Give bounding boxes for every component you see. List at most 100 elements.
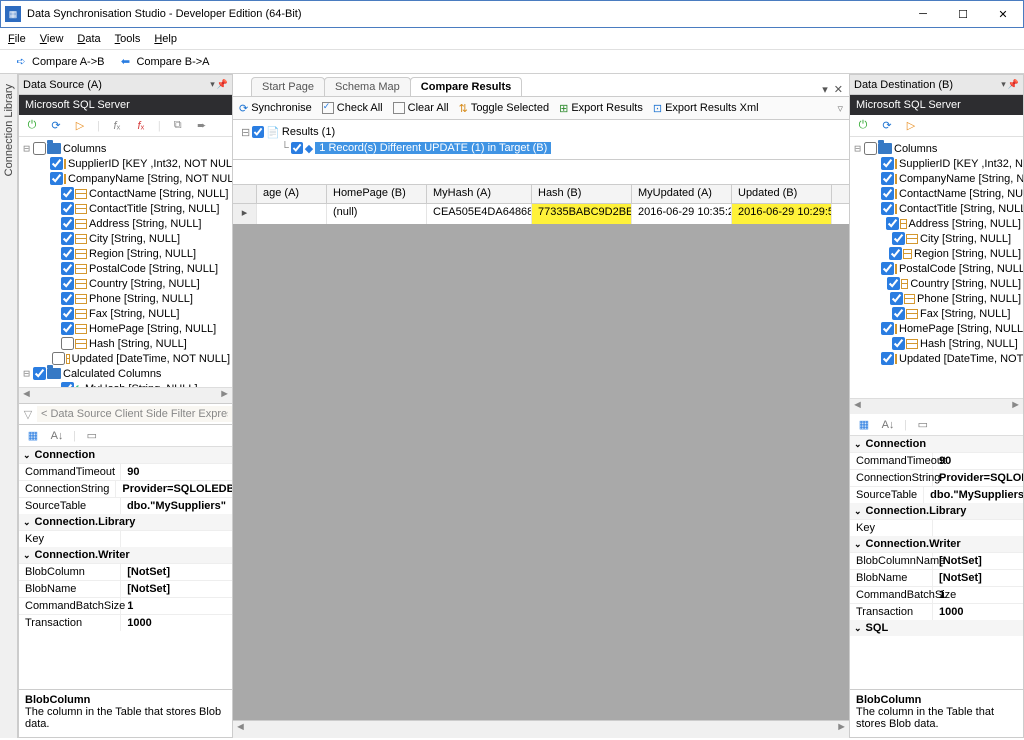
tree-checkbox[interactable] [881,187,894,200]
tree-checkbox[interactable] [892,337,905,350]
maximize-button[interactable]: ☐ [943,1,983,27]
column-label[interactable]: City [String, NULL] [920,233,1011,245]
property-key[interactable]: ConnectionString [19,481,116,497]
power-icon[interactable]: ⏻ [25,119,39,133]
destination-property-grid[interactable]: ⌄ConnectionCommandTimeout90ConnectionStr… [850,436,1023,689]
dropdown-icon[interactable]: ▾ [210,79,215,90]
category-label[interactable]: Connection [35,449,96,461]
tree-checkbox[interactable] [33,142,46,155]
results-grid[interactable]: age (A) HomePage (B) MyHash (A) Hash (B)… [233,184,849,720]
column-label[interactable]: ContactTitle [String, NULL] [899,203,1023,215]
tree-checkbox[interactable] [881,352,894,365]
property-value[interactable]: 1 [933,587,1023,603]
grid-row[interactable]: ▸ (null) CEA505E4DA64868... 77335BABC9D2… [233,204,849,224]
column-label[interactable]: HomePage [String, NULL] [899,323,1023,335]
column-label[interactable]: Region [String, NULL] [89,248,196,260]
column-label[interactable]: Country [String, NULL] [89,278,200,290]
tree-checkbox[interactable] [890,292,903,305]
toggle-selected-button[interactable]: ⇅Toggle Selected [459,102,550,115]
destination-columns-tree[interactable]: ⊟Columns SupplierID [KEY ,Int32, NOT NUL… [850,137,1023,398]
minimize-button[interactable]: ─ [903,1,943,27]
results-root-label[interactable]: Results (1) [282,126,335,138]
col-hash-b[interactable]: Hash (B) [532,185,632,203]
menu-view[interactable]: View [40,33,64,45]
menu-data[interactable]: Data [77,33,100,45]
export-icon[interactable]: ➨ [195,119,209,133]
filter-input[interactable] [37,406,232,422]
property-key[interactable]: SourceTable [850,487,924,503]
column-label[interactable]: ContactTitle [String, NULL] [89,203,219,215]
play-icon[interactable]: ▷ [73,119,87,133]
property-key[interactable]: Transaction [19,615,121,631]
tree-checkbox[interactable] [52,352,65,365]
expand-icon[interactable]: ⌄ [23,517,31,528]
column-label[interactable]: Hash [String, NULL] [89,338,187,350]
property-value[interactable]: [NotSet] [121,581,232,597]
connection-library-tab[interactable]: Connection Library [0,74,18,738]
pin-icon[interactable]: 📌 [217,79,228,90]
property-value[interactable]: [NotSet] [121,564,232,580]
play-icon[interactable]: ▷ [904,119,918,133]
tree-checkbox[interactable] [887,277,900,290]
column-label[interactable]: Fax [String, NULL] [89,308,179,320]
category-label[interactable]: Connection.Writer [866,538,961,550]
refresh-icon[interactable]: ⟳ [49,119,63,133]
col-age-a[interactable]: age (A) [257,185,327,203]
expand-icon[interactable]: ⌄ [854,506,862,517]
column-label[interactable]: Updated [DateTime, NOT NULL] [72,353,230,365]
menu-file[interactable]: FFileile [8,33,26,45]
tree-checkbox[interactable] [61,187,74,200]
tab-close-icon[interactable]: ✕ [834,83,843,96]
column-label[interactable]: Address [String, NULL] [89,218,202,230]
tab-start-page[interactable]: Start Page [251,77,325,96]
tree-checkbox[interactable] [864,142,877,155]
property-value[interactable]: 90 [121,464,232,480]
copy-icon[interactable]: ⧉ [171,119,185,133]
fx-remove-icon[interactable]: fₓ [134,119,148,133]
power-icon[interactable]: ⏻ [856,119,870,133]
col-homepage-b[interactable]: HomePage (B) [327,185,427,203]
tree-checkbox[interactable] [886,217,899,230]
compare-ba-button[interactable]: ⬅ Compare B->A [118,55,209,69]
tree-checkbox[interactable] [50,157,63,170]
tree-checkbox[interactable] [61,337,74,350]
tree-checkbox[interactable] [892,307,905,320]
clear-all-button[interactable]: Clear All [393,102,449,114]
category-sort-icon[interactable]: ▦ [25,428,41,444]
filter-icon[interactable]: ▽ [19,408,37,421]
check-all-button[interactable]: Check All [322,102,383,114]
close-button[interactable]: ✕ [983,1,1023,27]
col-myupdated-a[interactable]: MyUpdated (A) [632,185,732,203]
tab-compare-results[interactable]: Compare Results [410,77,522,96]
property-value[interactable]: 1 [121,598,232,614]
tree-checkbox[interactable] [33,367,46,380]
expand-icon[interactable]: ⌄ [23,450,31,461]
property-key[interactable]: BlobName [850,570,933,586]
menu-help[interactable]: Help [154,33,177,45]
tab-dropdown-icon[interactable]: ▾ [822,83,828,96]
property-key[interactable]: BlobName [19,581,121,597]
property-key[interactable]: CommandBatchSize [19,598,121,614]
category-label[interactable]: SQL [866,622,889,634]
tree-checkbox[interactable] [61,217,74,230]
category-label[interactable]: Connection.Writer [35,549,130,561]
tree-root-columns[interactable]: Columns [894,143,937,155]
tab-schema-map[interactable]: Schema Map [324,77,411,96]
category-label[interactable]: Connection.Library [866,505,967,517]
property-value[interactable]: dbo."MySuppliers" [924,487,1023,503]
column-label[interactable]: ContactName [String, NULL] [89,188,228,200]
category-label[interactable]: Connection [866,438,927,450]
tree-checkbox[interactable] [61,232,74,245]
tree-checkbox[interactable] [881,157,894,170]
tree-checkbox[interactable] [881,322,894,335]
tree-checkbox[interactable] [61,247,74,260]
expand-icon[interactable]: ⌄ [23,550,31,561]
column-label[interactable]: PostalCode [String, NULL] [89,263,218,275]
tree-checkbox[interactable] [61,277,74,290]
results-child-label[interactable]: 1 Record(s) Different UPDATE (1) in Targ… [315,142,551,154]
column-label[interactable]: CompanyName [String, NOT NULL] [68,173,232,185]
category-sort-icon[interactable]: ▦ [856,417,872,433]
tree-checkbox[interactable] [61,322,74,335]
property-key[interactable]: Key [850,520,933,536]
properties-icon[interactable]: ▭ [915,417,931,433]
